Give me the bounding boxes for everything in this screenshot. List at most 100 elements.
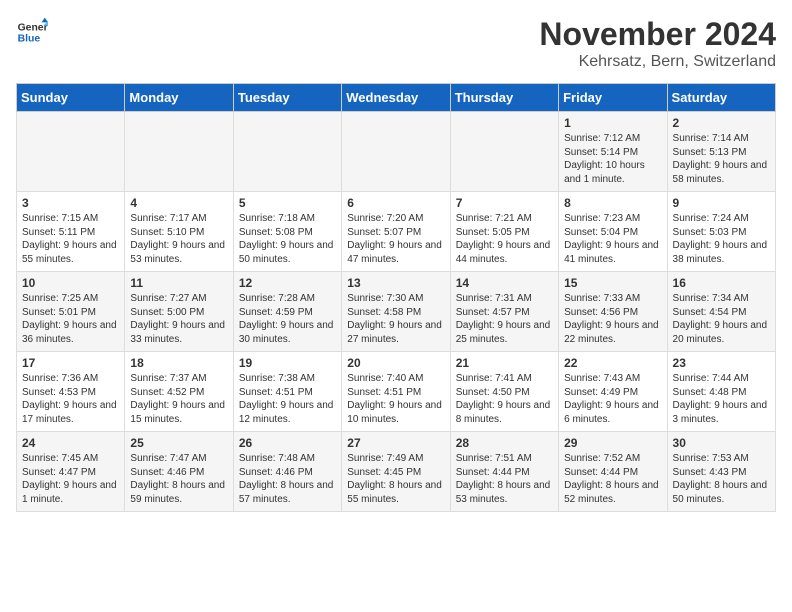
day-info: Sunrise: 7:49 AM Sunset: 4:45 PM Dayligh…	[347, 452, 444, 506]
day-info: Sunrise: 7:20 AM Sunset: 5:07 PM Dayligh…	[347, 212, 444, 266]
calendar-week-3: 10Sunrise: 7:25 AM Sunset: 5:01 PM Dayli…	[17, 272, 776, 352]
day-info: Sunrise: 7:37 AM Sunset: 4:52 PM Dayligh…	[130, 372, 227, 426]
day-number: 18	[130, 356, 227, 370]
calendar-cell: 4 Sunrise: 7:17 AM Sunset: 5:10 PM Daylig…	[125, 192, 233, 272]
day-number: 16	[673, 276, 770, 290]
day-number: 9	[673, 196, 770, 210]
calendar-cell: 9 Sunrise: 7:24 AM Sunset: 5:03 PM Daylig…	[667, 192, 775, 272]
day-info: Sunrise: 7:36 AM Sunset: 4:53 PM Dayligh…	[22, 372, 119, 426]
day-number: 30	[673, 436, 770, 450]
day-info: Sunrise: 7:51 AM Sunset: 4:44 PM Dayligh…	[456, 452, 553, 506]
calendar-cell: 10Sunrise: 7:25 AM Sunset: 5:01 PM Dayli…	[17, 272, 125, 352]
calendar-cell	[450, 112, 558, 192]
day-number: 4	[130, 196, 227, 210]
calendar-cell: 17 Sunrise: 7:36 AM Sunset: 4:53 PM Dayli…	[17, 352, 125, 432]
day-info: Sunrise: 7:27 AM Sunset: 5:00 PM Dayligh…	[130, 292, 227, 346]
day-number: 6	[347, 196, 444, 210]
day-number: 21	[456, 356, 553, 370]
day-info: Sunrise: 7:25 AM Sunset: 5:01 PM Dayligh…	[22, 292, 119, 346]
calendar-cell: 24Sunrise: 7:45 AM Sunset: 4:47 PM Dayli…	[17, 432, 125, 512]
day-number: 15	[564, 276, 661, 290]
day-info: Sunrise: 7:28 AM Sunset: 4:59 PM Dayligh…	[239, 292, 336, 346]
day-info: Sunrise: 7:41 AM Sunset: 4:50 PM Dayligh…	[456, 372, 553, 426]
day-number: 29	[564, 436, 661, 450]
page-title: November 2024	[539, 16, 776, 53]
day-info: Sunrise: 7:43 AM Sunset: 4:49 PM Dayligh…	[564, 372, 661, 426]
calendar-cell	[342, 112, 450, 192]
day-number: 22	[564, 356, 661, 370]
day-info: Sunrise: 7:48 AM Sunset: 4:46 PM Dayligh…	[239, 452, 336, 506]
calendar-cell: 25Sunrise: 7:47 AM Sunset: 4:46 PM Dayli…	[125, 432, 233, 512]
calendar-cell	[17, 112, 125, 192]
header-saturday: Saturday	[667, 84, 775, 112]
calendar-cell: 13Sunrise: 7:30 AM Sunset: 4:58 PM Dayli…	[342, 272, 450, 352]
day-info: Sunrise: 7:40 AM Sunset: 4:51 PM Dayligh…	[347, 372, 444, 426]
svg-text:Blue: Blue	[18, 34, 41, 45]
calendar-cell: 29Sunrise: 7:52 AM Sunset: 4:44 PM Dayli…	[559, 432, 667, 512]
day-info: Sunrise: 7:30 AM Sunset: 4:58 PM Dayligh…	[347, 292, 444, 346]
day-info: Sunrise: 7:44 AM Sunset: 4:48 PM Dayligh…	[673, 372, 770, 426]
day-number: 8	[564, 196, 661, 210]
calendar-cell: 6 Sunrise: 7:20 AM Sunset: 5:07 PM Daylig…	[342, 192, 450, 272]
day-number: 7	[456, 196, 553, 210]
calendar-cell: 22 Sunrise: 7:43 AM Sunset: 4:49 PM Dayli…	[559, 352, 667, 432]
day-number: 24	[22, 436, 119, 450]
calendar-cell: 16 Sunrise: 7:34 AM Sunset: 4:54 PM Dayli…	[667, 272, 775, 352]
calendar-table: SundayMondayTuesdayWednesdayThursdayFrid…	[16, 83, 776, 512]
calendar-cell: 15 Sunrise: 7:33 AM Sunset: 4:56 PM Dayli…	[559, 272, 667, 352]
calendar-cell: 30Sunrise: 7:53 AM Sunset: 4:43 PM Dayli…	[667, 432, 775, 512]
day-number: 1	[564, 116, 661, 130]
calendar-cell: 28 Sunrise: 7:51 AM Sunset: 4:44 PM Dayli…	[450, 432, 558, 512]
calendar-header-row: SundayMondayTuesdayWednesdayThursdayFrid…	[17, 84, 776, 112]
header-sunday: Sunday	[17, 84, 125, 112]
day-info: Sunrise: 7:17 AM Sunset: 5:10 PM Dayligh…	[130, 212, 227, 266]
calendar-cell: 23Sunrise: 7:44 AM Sunset: 4:48 PM Dayli…	[667, 352, 775, 432]
calendar-week-5: 24Sunrise: 7:45 AM Sunset: 4:47 PM Dayli…	[17, 432, 776, 512]
day-number: 26	[239, 436, 336, 450]
day-number: 12	[239, 276, 336, 290]
day-number: 25	[130, 436, 227, 450]
day-number: 11	[130, 276, 227, 290]
calendar-week-1: 1Sunrise: 7:12 AM Sunset: 5:14 PM Daylig…	[17, 112, 776, 192]
calendar-cell: 2 Sunrise: 7:14 AM Sunset: 5:13 PM Daylig…	[667, 112, 775, 192]
day-number: 19	[239, 356, 336, 370]
calendar-cell: 27 Sunrise: 7:49 AM Sunset: 4:45 PM Dayli…	[342, 432, 450, 512]
calendar-cell: 19 Sunrise: 7:38 AM Sunset: 4:51 PM Dayli…	[233, 352, 341, 432]
day-info: Sunrise: 7:34 AM Sunset: 4:54 PM Dayligh…	[673, 292, 770, 346]
calendar-cell: 18 Sunrise: 7:37 AM Sunset: 4:52 PM Dayli…	[125, 352, 233, 432]
day-info: Sunrise: 7:24 AM Sunset: 5:03 PM Dayligh…	[673, 212, 770, 266]
day-number: 17	[22, 356, 119, 370]
day-number: 28	[456, 436, 553, 450]
day-info: Sunrise: 7:14 AM Sunset: 5:13 PM Dayligh…	[673, 132, 770, 186]
day-info: Sunrise: 7:38 AM Sunset: 4:51 PM Dayligh…	[239, 372, 336, 426]
day-number: 14	[456, 276, 553, 290]
header-friday: Friday	[559, 84, 667, 112]
day-number: 27	[347, 436, 444, 450]
logo-icon: General Blue	[16, 16, 48, 48]
calendar-cell: 20 Sunrise: 7:40 AM Sunset: 4:51 PM Dayli…	[342, 352, 450, 432]
calendar-cell: 8Sunrise: 7:23 AM Sunset: 5:04 PM Daylig…	[559, 192, 667, 272]
calendar-cell: 14Sunrise: 7:31 AM Sunset: 4:57 PM Dayli…	[450, 272, 558, 352]
header-monday: Monday	[125, 84, 233, 112]
day-info: Sunrise: 7:18 AM Sunset: 5:08 PM Dayligh…	[239, 212, 336, 266]
calendar-cell: 5 Sunrise: 7:18 AM Sunset: 5:08 PM Daylig…	[233, 192, 341, 272]
calendar-cell: 12 Sunrise: 7:28 AM Sunset: 4:59 PM Dayli…	[233, 272, 341, 352]
day-number: 2	[673, 116, 770, 130]
calendar-cell: 1Sunrise: 7:12 AM Sunset: 5:14 PM Daylig…	[559, 112, 667, 192]
calendar-cell: 11 Sunrise: 7:27 AM Sunset: 5:00 PM Dayli…	[125, 272, 233, 352]
day-number: 5	[239, 196, 336, 210]
day-info: Sunrise: 7:15 AM Sunset: 5:11 PM Dayligh…	[22, 212, 119, 266]
calendar-cell: 26 Sunrise: 7:48 AM Sunset: 4:46 PM Dayli…	[233, 432, 341, 512]
header-tuesday: Tuesday	[233, 84, 341, 112]
calendar-week-2: 3Sunrise: 7:15 AM Sunset: 5:11 PM Daylig…	[17, 192, 776, 272]
page-subtitle: Kehrsatz, Bern, Switzerland	[539, 53, 776, 71]
header-wednesday: Wednesday	[342, 84, 450, 112]
calendar-cell	[233, 112, 341, 192]
title-section: November 2024 Kehrsatz, Bern, Switzerlan…	[539, 16, 776, 71]
day-number: 20	[347, 356, 444, 370]
day-info: Sunrise: 7:33 AM Sunset: 4:56 PM Dayligh…	[564, 292, 661, 346]
svg-text:General: General	[18, 22, 48, 33]
page-header: General Blue November 2024 Kehrsatz, Ber…	[16, 16, 776, 71]
calendar-cell: 3Sunrise: 7:15 AM Sunset: 5:11 PM Daylig…	[17, 192, 125, 272]
header-thursday: Thursday	[450, 84, 558, 112]
